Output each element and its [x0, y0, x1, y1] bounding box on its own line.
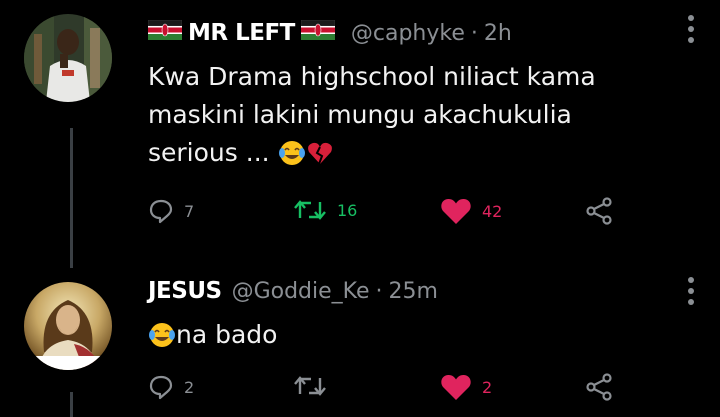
reply-count: 7	[184, 201, 195, 221]
retweet-button[interactable]: 16	[293, 198, 357, 222]
share-icon	[586, 373, 612, 401]
reply-icon	[149, 375, 173, 400]
display-name[interactable]: MR LEFT	[188, 20, 295, 46]
like-count: 42	[482, 201, 503, 221]
tweet[interactable]: JESUS @Goddie_Ke · 25m na bado 2 2	[0, 264, 720, 417]
separator: ·	[470, 20, 478, 46]
heart-icon	[441, 374, 471, 400]
face-with-tears-of-joy-icon	[148, 321, 176, 360]
tweet-header: MR LEFT @caphyke · 2h	[147, 19, 512, 46]
reply-button[interactable]: 7	[148, 198, 194, 224]
tweet[interactable]: MR LEFT @caphyke · 2h Kwa Drama highscho…	[0, 0, 720, 260]
share-button[interactable]	[584, 196, 614, 226]
tweet-header: JESUS @Goddie_Ke · 25m	[148, 278, 438, 304]
avatar[interactable]	[24, 14, 112, 102]
user-handle[interactable]: @caphyke	[351, 21, 465, 46]
reply-icon	[149, 199, 173, 224]
tweet-actions: 2 2	[148, 368, 628, 408]
display-name[interactable]: JESUS	[148, 278, 222, 304]
broken-heart-icon	[306, 139, 334, 178]
kenya-flag-icon	[147, 19, 183, 46]
like-count: 2	[482, 377, 493, 397]
tweet-text: Kwa Drama highschool niliact kama maskin…	[148, 58, 668, 178]
share-button[interactable]	[584, 372, 614, 402]
more-vertical-icon[interactable]	[686, 14, 696, 44]
heart-icon	[441, 198, 471, 224]
retweet-count: 16	[337, 200, 358, 220]
kenya-flag-icon	[300, 19, 336, 46]
user-handle[interactable]: @Goddie_Ke	[232, 279, 370, 304]
separator: ·	[375, 278, 383, 304]
retweet-button[interactable]	[293, 374, 337, 398]
tweet-text-content: Kwa Drama highschool niliact kama maskin…	[148, 62, 596, 167]
more-vertical-icon[interactable]	[686, 276, 696, 306]
share-icon	[586, 197, 612, 225]
reply-button[interactable]: 2	[148, 374, 194, 400]
timestamp[interactable]: 25m	[389, 279, 438, 304]
tweet-text-content: na bado	[176, 320, 278, 349]
timestamp[interactable]: 2h	[484, 21, 512, 46]
tweet-text: na bado	[148, 316, 668, 360]
like-button[interactable]: 42	[440, 196, 502, 226]
face-with-tears-of-joy-icon	[278, 139, 306, 178]
reply-count: 2	[184, 377, 195, 397]
like-button[interactable]: 2	[440, 372, 492, 402]
tweet-actions: 7 16 42	[148, 192, 628, 232]
avatar[interactable]	[24, 282, 112, 370]
retweet-icon	[294, 200, 326, 220]
retweet-icon	[294, 376, 326, 396]
